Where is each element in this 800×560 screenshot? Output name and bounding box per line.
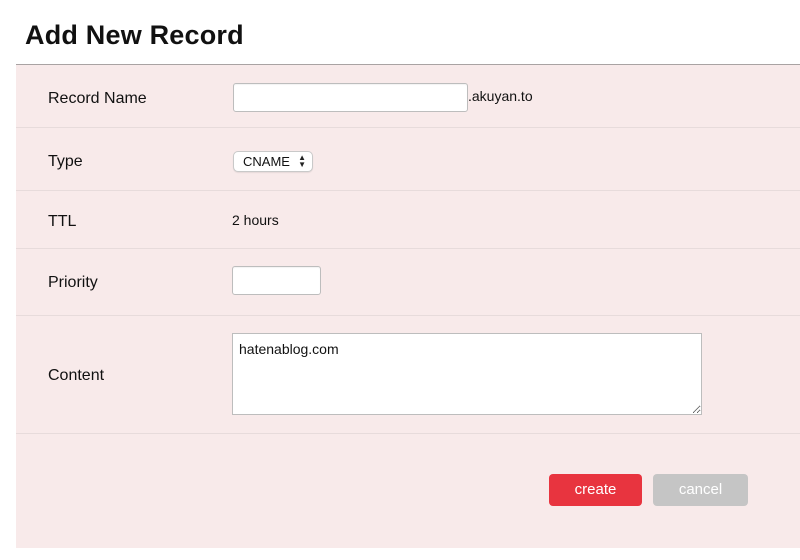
type-select[interactable]: CNAME ▲ ▼ [233, 151, 313, 172]
priority-label: Priority [48, 274, 98, 291]
type-select-value: CNAME [243, 154, 290, 169]
content-label: Content [48, 367, 105, 384]
record-name-row: Record Name .akuyan.to [16, 65, 800, 128]
ttl-row [16, 191, 800, 249]
domain-suffix: .akuyan.to [468, 88, 533, 104]
ttl-value: 2 hours [232, 212, 279, 228]
page-title: Add New Record [25, 20, 244, 50]
record-name-input[interactable] [233, 83, 468, 112]
cancel-button[interactable]: cancel [653, 474, 748, 506]
record-form: Record Name .akuyan.to Type CNAME ▲ ▼ TTL… [16, 64, 800, 548]
content-textarea[interactable]: hatenablog.com [232, 333, 702, 415]
create-button[interactable]: create [549, 474, 642, 506]
type-row [16, 128, 800, 191]
record-name-label: Record Name [48, 90, 147, 107]
ttl-label: TTL [48, 213, 77, 230]
priority-input[interactable] [232, 266, 321, 295]
type-label: Type [48, 153, 83, 170]
priority-row [16, 249, 800, 316]
up-down-arrows-icon: ▲ ▼ [298, 153, 306, 169]
